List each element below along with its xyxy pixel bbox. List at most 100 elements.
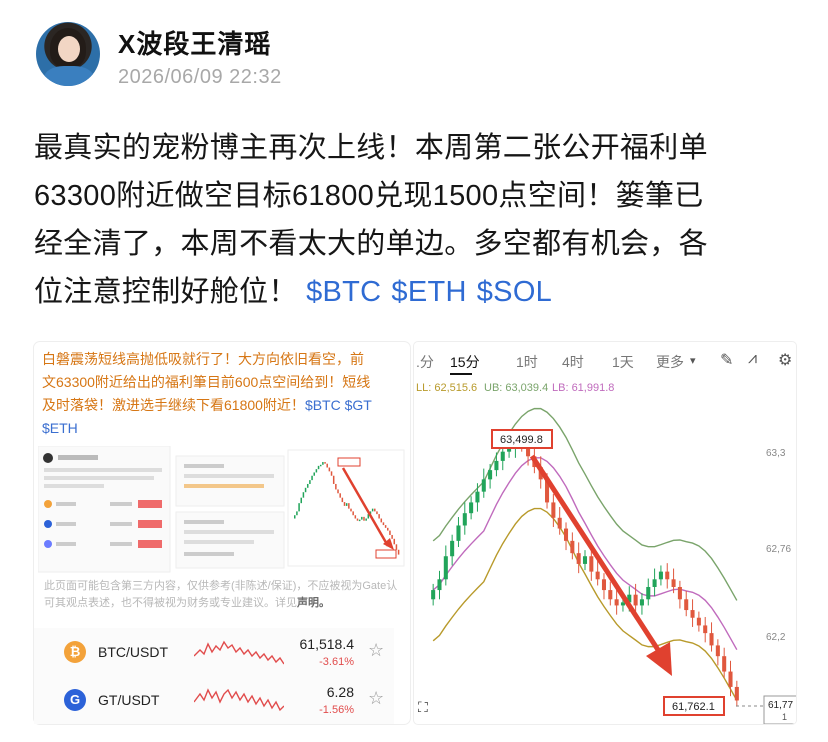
ticker-price: 61,518.4	[299, 636, 355, 652]
high-label: 63,499.8	[500, 434, 543, 446]
active-tab-underline	[450, 373, 472, 375]
candle-body	[431, 590, 436, 600]
tab-timeframe-min[interactable]: .分	[416, 352, 434, 372]
mini-candle	[356, 518, 359, 521]
ticker-list: ₿ BTC/USDT 61,518.4 -3.61% ☆ G GT/USDT 6…	[34, 628, 394, 724]
post-timestamp: 2026/06/09 22:32	[118, 66, 282, 88]
disclaimer-link[interactable]: 声明。	[297, 597, 330, 609]
mini-candle	[352, 511, 354, 516]
btc-icon: ₿	[64, 641, 86, 663]
mini-candle	[306, 483, 309, 488]
fullscreen-icon[interactable]: ⛶	[418, 700, 428, 716]
mini-candle	[317, 465, 320, 470]
mini-candle	[384, 525, 387, 528]
mini-candle	[322, 462, 324, 465]
mini-candle	[304, 487, 307, 493]
candle-body	[462, 513, 467, 526]
chevron-down-icon[interactable]: ▾	[690, 354, 696, 367]
candle-body	[684, 599, 689, 611]
mini-candle	[376, 511, 378, 515]
disclaimer-text: 此页面可能包含第三方内容，仅供参考(非陈述/保证)，不应被视为Gate认可其观点…	[44, 580, 398, 609]
ticker-row-gt[interactable]: G GT/USDT 6.28 -1.56% ☆	[34, 676, 394, 724]
candle-body	[665, 571, 670, 580]
post-line: 经全清了，本周不看太大的单边。多空都有机会，各	[34, 228, 708, 260]
upper-band-line	[432, 407, 738, 601]
tab-timeframe-15m[interactable]: 15分	[450, 352, 480, 372]
candle-body	[646, 586, 651, 600]
mini-candle	[378, 514, 380, 519]
candle-body	[595, 571, 600, 580]
mini-candle	[387, 527, 389, 531]
caption-line: $ETH	[42, 417, 406, 440]
candle-body	[494, 460, 499, 471]
candlestick-chart: 63,3 62,76 62,2 63,499.8 61,762.1 61,77 …	[418, 407, 796, 724]
price-axis-labels: 63,3 62,76 62,2	[766, 448, 791, 643]
caption-line: 及时落袋！激进选手继续下看61800附近！$BTC $GT	[42, 394, 406, 417]
mini-candle	[315, 469, 318, 473]
mini-candle	[339, 493, 341, 498]
avatar[interactable]	[36, 22, 100, 86]
candle-body	[500, 451, 505, 461]
mini-candle	[389, 530, 391, 535]
candle-body	[639, 599, 644, 606]
legend-ll: LL: 62,515.6	[416, 382, 478, 394]
caption-tag-eth[interactable]: $ETH	[42, 420, 78, 436]
caption-tag-gt[interactable]: $GT	[345, 397, 372, 413]
indicator-icon[interactable]: ⩘	[748, 350, 757, 368]
mini-candle	[393, 538, 396, 545]
last-price-sub: 1	[782, 712, 787, 722]
candle-body	[437, 579, 442, 591]
mini-candle	[350, 508, 352, 512]
hashtag-eth[interactable]: $ETH	[391, 276, 466, 308]
candle-body	[557, 517, 562, 529]
mini-candle	[330, 471, 333, 476]
caption-tag-btc[interactable]: $BTC	[305, 397, 341, 413]
tab-timeframe-1d[interactable]: 1天	[612, 352, 634, 372]
favorite-star-icon[interactable]: ☆	[368, 688, 384, 709]
mini-candle	[382, 522, 385, 526]
candle-body	[620, 602, 625, 606]
post-line: 最真实的宠粉博主再次上线！本周第二张公开福利单	[34, 132, 708, 164]
candle-body	[703, 625, 708, 634]
mini-candle	[309, 480, 311, 484]
btc-sparkline	[194, 640, 284, 665]
mini-candle	[324, 462, 326, 464]
down-arrow	[529, 454, 665, 658]
caption-line: 文63300附近给出的福利筆目前600点空间给到！短线	[42, 374, 371, 390]
candle-body	[658, 571, 663, 580]
candle-body	[563, 528, 569, 541]
post-body: 最真实的宠粉博主再次上线！本周第二张公开福利单 63300附近做空目标61800…	[34, 124, 804, 316]
draw-pen-icon[interactable]: ✎	[720, 350, 733, 370]
candle-body	[481, 479, 486, 492]
mini-candle	[380, 518, 383, 523]
post-line: 63300附近做空目标61800兑现1500点空间！篓筆已	[34, 180, 704, 212]
mini-candle	[328, 467, 331, 472]
mini-candle	[371, 508, 374, 512]
hashtag-btc[interactable]: $BTC	[306, 276, 381, 308]
mini-candle	[341, 497, 344, 503]
settings-gear-icon[interactable]: ⚙	[778, 350, 792, 370]
ticker-row-btc[interactable]: ₿ BTC/USDT 61,518.4 -3.61% ☆	[34, 628, 394, 676]
tab-timeframe-1h[interactable]: 1时	[516, 352, 538, 372]
mini-candle	[348, 503, 350, 509]
tab-timeframe-4h[interactable]: 4时	[562, 352, 584, 372]
hashtag-sol[interactable]: $SOL	[477, 276, 552, 308]
candle-body	[614, 599, 619, 606]
ticker-pair: BTC/USDT	[98, 644, 168, 660]
candle-body	[677, 586, 682, 600]
candle-body	[671, 579, 676, 587]
mini-candle	[335, 483, 337, 490]
candle-body	[456, 525, 461, 541]
favorite-star-icon[interactable]: ☆	[368, 640, 384, 661]
post-image-chart[interactable]: .分 15分 1时 4时 1天 更多 ▾ ✎ ⩘ ⚙ LL: 62,515.6 …	[414, 342, 796, 724]
gt-sparkline	[194, 688, 284, 712]
last-price: 61,77	[768, 700, 793, 711]
nested-screenshot	[38, 446, 405, 573]
mini-candle	[345, 503, 348, 506]
caption-line-text: 及时落袋！激进选手继续下看61800附近！	[42, 397, 305, 413]
mini-candle	[300, 497, 303, 504]
candle-body	[734, 686, 739, 701]
tab-more[interactable]: 更多	[656, 352, 684, 372]
candle-body	[488, 470, 493, 480]
author-name[interactable]: X波段王清瑶	[118, 24, 271, 61]
